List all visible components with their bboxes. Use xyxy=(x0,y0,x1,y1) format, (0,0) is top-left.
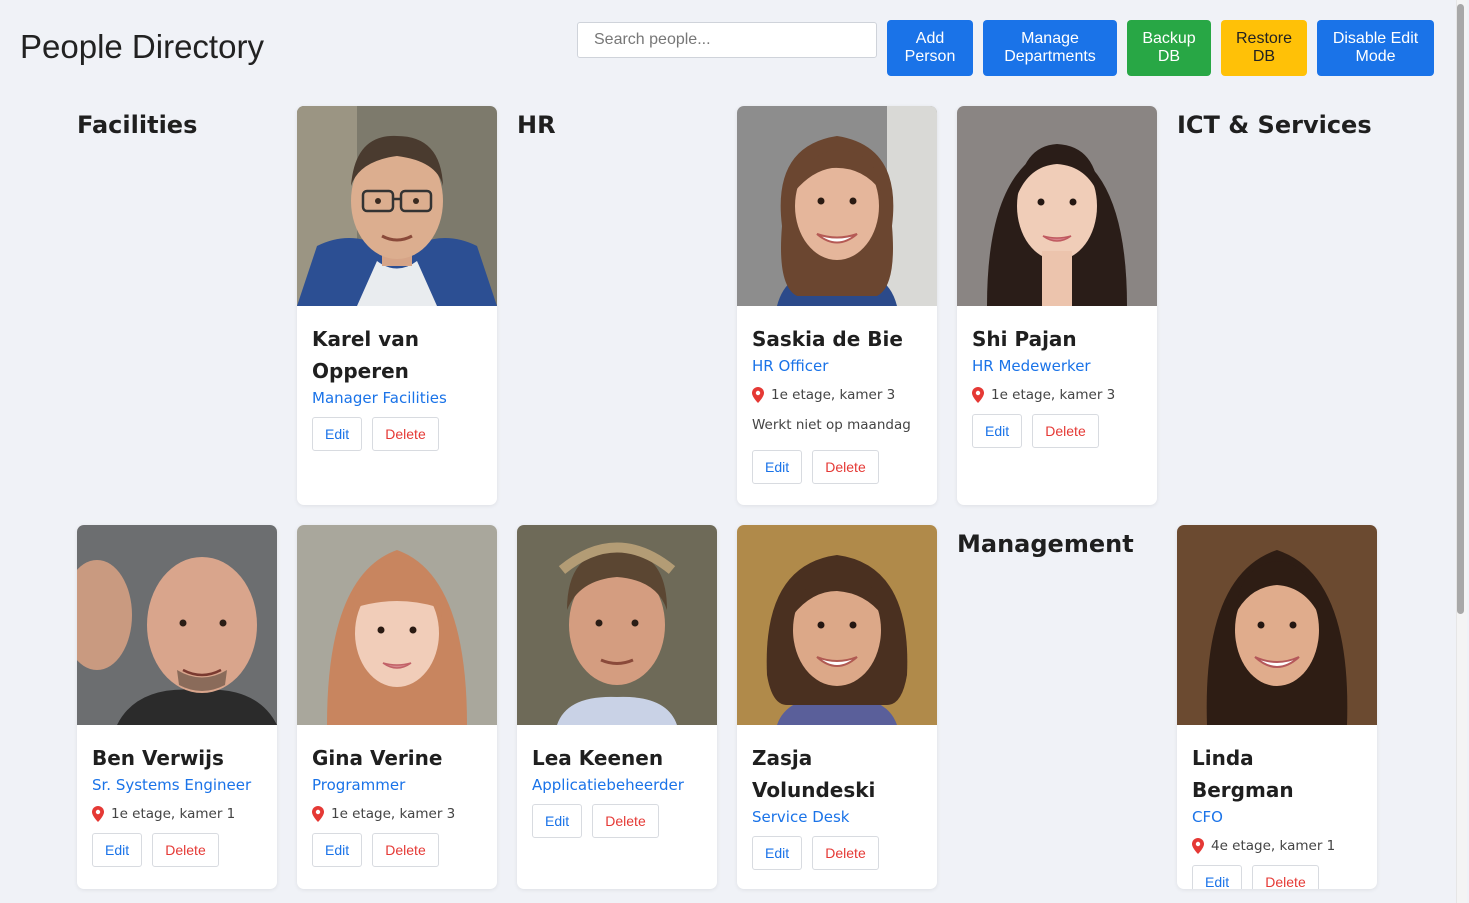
person-photo xyxy=(77,525,277,725)
pin-icon xyxy=(752,387,764,403)
scrollbar-thumb[interactable] xyxy=(1457,4,1464,614)
person-location: 1e etage, kamer 3 xyxy=(972,386,1142,404)
person-location: 1e etage, kamer 3 xyxy=(752,386,922,404)
manage-departments-button[interactable]: Manage Departments xyxy=(983,20,1117,76)
backup-db-button[interactable]: Backup DB xyxy=(1127,20,1211,76)
person-card: Karel van Opperen Manager Facilities Edi… xyxy=(297,106,497,505)
person-location-text: 1e etage, kamer 3 xyxy=(331,806,456,822)
person-role: Programmer xyxy=(312,776,406,794)
vertical-scrollbar[interactable] xyxy=(1456,0,1467,903)
person-card: Lea Keenen Applicatiebeheerder Edit Dele… xyxy=(517,525,717,889)
person-role: Service Desk xyxy=(752,808,850,826)
person-photo xyxy=(517,525,717,725)
department-heading-hr: HR xyxy=(517,111,556,139)
person-photo xyxy=(297,525,497,725)
person-photo xyxy=(1177,525,1377,725)
edit-button[interactable]: Edit xyxy=(92,833,142,867)
person-role: Manager Facilities xyxy=(312,389,447,407)
person-role: Sr. Systems Engineer xyxy=(92,776,252,794)
delete-button[interactable]: Delete xyxy=(1032,414,1099,448)
person-location: 1e etage, kamer 1 xyxy=(92,805,262,823)
person-name: Karel van Opperen xyxy=(312,327,420,383)
delete-button[interactable]: Delete xyxy=(592,804,659,838)
person-location-text: 1e etage, kamer 1 xyxy=(111,806,236,822)
people-directory-page: People Directory Add Person Manage Depar… xyxy=(0,0,1469,903)
person-role: HR Officer xyxy=(752,357,829,375)
pin-icon xyxy=(972,387,984,403)
person-card: Ben Verwijs Sr. Systems Engineer 1e etag… xyxy=(77,525,277,889)
pin-icon xyxy=(312,806,324,822)
person-name: Zasja Volundeski xyxy=(752,746,876,802)
edit-button[interactable]: Edit xyxy=(972,414,1022,448)
restore-db-button[interactable]: Restore DB xyxy=(1221,20,1307,76)
disable-edit-mode-button[interactable]: Disable Edit Mode xyxy=(1317,20,1434,76)
person-card: Shi Pajan HR Medewerker 1e etage, kamer … xyxy=(957,106,1157,505)
person-location-text: 1e etage, kamer 3 xyxy=(991,387,1116,403)
pin-icon xyxy=(92,806,104,822)
edit-button[interactable]: Edit xyxy=(312,833,362,867)
person-name: Gina Verine xyxy=(312,746,443,770)
person-role: HR Medewerker xyxy=(972,357,1091,375)
edit-button[interactable]: Edit xyxy=(312,417,362,451)
search-input[interactable] xyxy=(577,22,877,58)
person-card: Gina Verine Programmer 1e etage, kamer 3… xyxy=(297,525,497,889)
edit-button[interactable]: Edit xyxy=(532,804,582,838)
person-role: Applicatiebeheerder xyxy=(532,776,684,794)
edit-button[interactable]: Edit xyxy=(1192,865,1242,889)
person-photo xyxy=(957,106,1157,306)
edit-button[interactable]: Edit xyxy=(752,836,802,870)
person-location: 4e etage, kamer 1 xyxy=(1192,837,1362,855)
person-name: Shi Pajan xyxy=(972,327,1077,351)
delete-button[interactable]: Delete xyxy=(812,836,879,870)
person-note: Werkt niet op maandag xyxy=(752,417,911,433)
person-card: Saskia de Bie HR Officer 1e etage, kamer… xyxy=(737,106,937,505)
delete-button[interactable]: Delete xyxy=(372,417,439,451)
person-name: Lea Keenen xyxy=(532,746,664,770)
person-name: Saskia de Bie xyxy=(752,327,903,351)
person-name: Linda Bergman xyxy=(1192,746,1294,802)
page-title: People Directory xyxy=(20,28,264,65)
pin-icon xyxy=(1192,838,1204,854)
person-photo xyxy=(737,525,937,725)
person-location-text: 1e etage, kamer 3 xyxy=(771,387,896,403)
edit-button[interactable]: Edit xyxy=(752,450,802,484)
person-card: Zasja Volundeski Service Desk Edit Delet… xyxy=(737,525,937,889)
delete-button[interactable]: Delete xyxy=(812,450,879,484)
person-location: 1e etage, kamer 3 xyxy=(312,805,482,823)
department-heading-management: Management xyxy=(957,530,1134,558)
delete-button[interactable]: Delete xyxy=(372,833,439,867)
person-role: CFO xyxy=(1192,808,1223,826)
department-heading-facilities: Facilities xyxy=(77,111,198,139)
department-heading-ict: ICT & Services xyxy=(1177,111,1372,139)
add-person-button[interactable]: Add Person xyxy=(887,20,973,76)
person-location-text: 4e etage, kamer 1 xyxy=(1211,838,1336,854)
delete-button[interactable]: Delete xyxy=(1252,865,1319,889)
person-card: Linda Bergman CFO 4e etage, kamer 1 Edit… xyxy=(1177,525,1377,889)
person-photo xyxy=(737,106,937,306)
delete-button[interactable]: Delete xyxy=(152,833,219,867)
person-photo xyxy=(297,106,497,306)
person-name: Ben Verwijs xyxy=(92,746,224,770)
